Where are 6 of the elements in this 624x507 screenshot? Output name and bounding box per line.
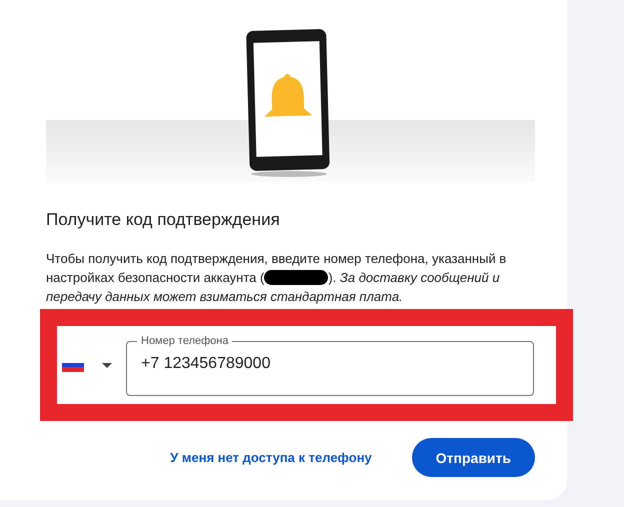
submit-button[interactable]: Отправить <box>412 438 535 477</box>
caret-icon <box>102 362 112 368</box>
phone-field[interactable]: Номер телефона +7 123456789000 <box>126 334 534 396</box>
heading: Получите код подтверждения <box>46 209 281 231</box>
no-access-link[interactable]: У меня нет доступа к телефону <box>170 450 372 465</box>
description-text: Чтобы получить код подтверждения, введите номер телефона, указанный в настройках безопасности аккаунта ( ). За доставку сообщений и передачу данных может взиматься стандартная плата. <box>46 250 508 306</box>
